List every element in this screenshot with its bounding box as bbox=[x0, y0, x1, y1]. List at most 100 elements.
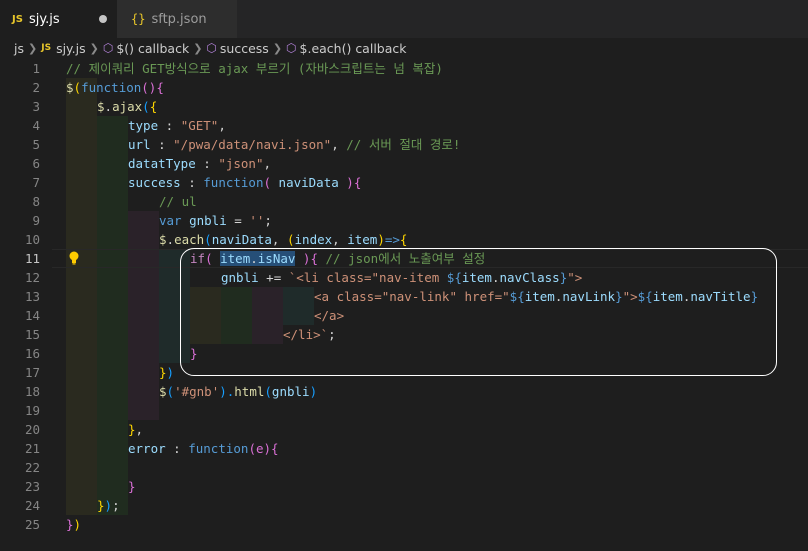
code-token: function bbox=[188, 441, 249, 456]
code-editor[interactable]: 1 2 3 4 5 6 7 8 9 10 11 12 13 14 15 16 1… bbox=[0, 59, 808, 551]
chevron-right-icon: ❯ bbox=[193, 41, 203, 55]
code-token: { bbox=[271, 441, 279, 456]
code-token: $ bbox=[159, 232, 167, 247]
tab-sjy-js[interactable]: JS sjy.js bbox=[0, 0, 117, 38]
breadcrumb-item-file[interactable]: JS sjy.js bbox=[41, 41, 85, 56]
code-token: : bbox=[195, 156, 219, 171]
code-token: "json" bbox=[218, 156, 264, 171]
code-line-2: $(function(){ bbox=[66, 78, 164, 97]
code-line-1: // 제이쿼리 GET방식으로 ajax 부르기 (자바스크립트는 넘 복잡) bbox=[66, 59, 443, 78]
code-token: function bbox=[81, 80, 142, 95]
code-token: : bbox=[158, 118, 181, 133]
code-token: ; bbox=[112, 498, 120, 513]
code-line-4: type : "GET", bbox=[128, 116, 226, 135]
code-token: error bbox=[128, 441, 166, 456]
line-number: 25 bbox=[24, 517, 40, 532]
code-token: => bbox=[384, 232, 400, 247]
code-token: $ bbox=[159, 384, 167, 399]
code-token: ajax bbox=[112, 99, 143, 114]
code-token: index bbox=[294, 232, 333, 247]
code-line-21: error : function(e){ bbox=[128, 439, 279, 458]
line-number: 10 bbox=[24, 232, 40, 247]
code-token: url bbox=[128, 137, 151, 152]
lightbulb-icon[interactable] bbox=[68, 251, 80, 265]
tab-label: sftp.json bbox=[151, 11, 207, 27]
code-line-23: } bbox=[128, 477, 136, 496]
code-token: , bbox=[218, 118, 226, 133]
code-line-18: $('#gnb').html(gnbli) bbox=[159, 382, 317, 401]
code-line-7: success : function( naviData ){ bbox=[128, 173, 361, 192]
line-number: 17 bbox=[24, 365, 40, 380]
code-token: $ bbox=[97, 99, 105, 114]
tab-bar: JS sjy.js {} sftp.json bbox=[0, 0, 808, 38]
code-line-5: url : "/pwa/data/navi.json", // 서버 절대 경로… bbox=[128, 135, 460, 154]
code-token: success bbox=[128, 175, 181, 190]
code-token: (){ bbox=[141, 80, 164, 95]
line-number: 12 bbox=[24, 270, 40, 285]
code-token: , bbox=[263, 156, 271, 171]
code-token: : bbox=[165, 441, 189, 456]
unsaved-dot-icon[interactable] bbox=[99, 15, 107, 23]
line-number: 24 bbox=[24, 498, 40, 513]
line-number: 6 bbox=[32, 156, 40, 171]
code-token: { bbox=[399, 232, 408, 247]
code-token: ){ bbox=[338, 175, 362, 190]
code-token: "GET" bbox=[180, 118, 219, 133]
code-line-8: // ul bbox=[159, 192, 197, 211]
code-token: "/pwa/data/navi.json" bbox=[173, 137, 332, 152]
code-token: = bbox=[226, 213, 250, 228]
code-token: $ bbox=[66, 80, 74, 95]
line-number: 23 bbox=[24, 479, 40, 494]
breadcrumb-item-success[interactable]: ⬡ success bbox=[206, 41, 268, 56]
code-token: , bbox=[135, 422, 144, 437]
code-token: } bbox=[66, 517, 74, 532]
code-token: item bbox=[347, 232, 378, 247]
js-file-icon: JS bbox=[12, 13, 23, 25]
code-token: gnbli bbox=[189, 213, 227, 228]
code-token: ( bbox=[142, 99, 150, 114]
code-token: , bbox=[332, 232, 348, 247]
tab-sftp-json[interactable]: {} sftp.json bbox=[117, 0, 237, 38]
code-token: // 서버 절대 경로! bbox=[346, 137, 461, 152]
line-number: 2 bbox=[32, 80, 40, 95]
tab-label: sjy.js bbox=[28, 11, 60, 27]
breadcrumb: js ❯ JS sjy.js ❯ ⬡ $() callback ❯ ⬡ success… bbox=[0, 38, 808, 58]
code-token: ). bbox=[219, 384, 235, 399]
code-token: datatType bbox=[128, 156, 196, 171]
code-token: ( bbox=[264, 384, 272, 399]
code-token: : bbox=[150, 137, 174, 152]
code-token: , bbox=[331, 137, 347, 152]
code-line-24: }); bbox=[97, 496, 120, 515]
code-token: var bbox=[159, 213, 182, 228]
code-token: { bbox=[149, 99, 158, 114]
code-token: '' bbox=[249, 213, 265, 228]
breadcrumb-item-callback[interactable]: ⬡ $() callback bbox=[103, 41, 189, 56]
code-line-20: }, bbox=[128, 420, 143, 439]
chevron-right-icon: ❯ bbox=[272, 41, 283, 55]
code-token: ) bbox=[377, 232, 385, 247]
method-icon: ⬡ bbox=[286, 41, 297, 55]
indent-guide bbox=[66, 78, 97, 515]
code-token: , bbox=[271, 232, 287, 247]
code-token: ) bbox=[73, 517, 82, 532]
method-icon: ⬡ bbox=[206, 41, 217, 55]
method-icon: ⬡ bbox=[102, 41, 114, 55]
json-file-icon: {} bbox=[131, 12, 146, 26]
line-number: 9 bbox=[32, 213, 40, 228]
code-token: type bbox=[128, 118, 159, 133]
code-token: ( bbox=[166, 384, 175, 399]
line-number: 7 bbox=[32, 175, 40, 190]
code-token: } bbox=[128, 479, 136, 494]
line-number: 21 bbox=[24, 441, 40, 456]
breadcrumb-item-each[interactable]: ⬡ $.each() callback bbox=[286, 41, 406, 56]
code-token: (e) bbox=[248, 441, 272, 456]
code-token: gnbli bbox=[271, 384, 310, 399]
code-token: // ul bbox=[159, 194, 197, 209]
chevron-right-icon: ❯ bbox=[28, 41, 38, 55]
code-token: ( bbox=[73, 80, 82, 95]
breadcrumb-item-js[interactable]: js bbox=[14, 41, 24, 56]
code-line-9: var gnbli = ''; bbox=[159, 211, 272, 230]
code-token: '#gnb' bbox=[174, 384, 220, 399]
code-token: naviData bbox=[278, 175, 339, 190]
